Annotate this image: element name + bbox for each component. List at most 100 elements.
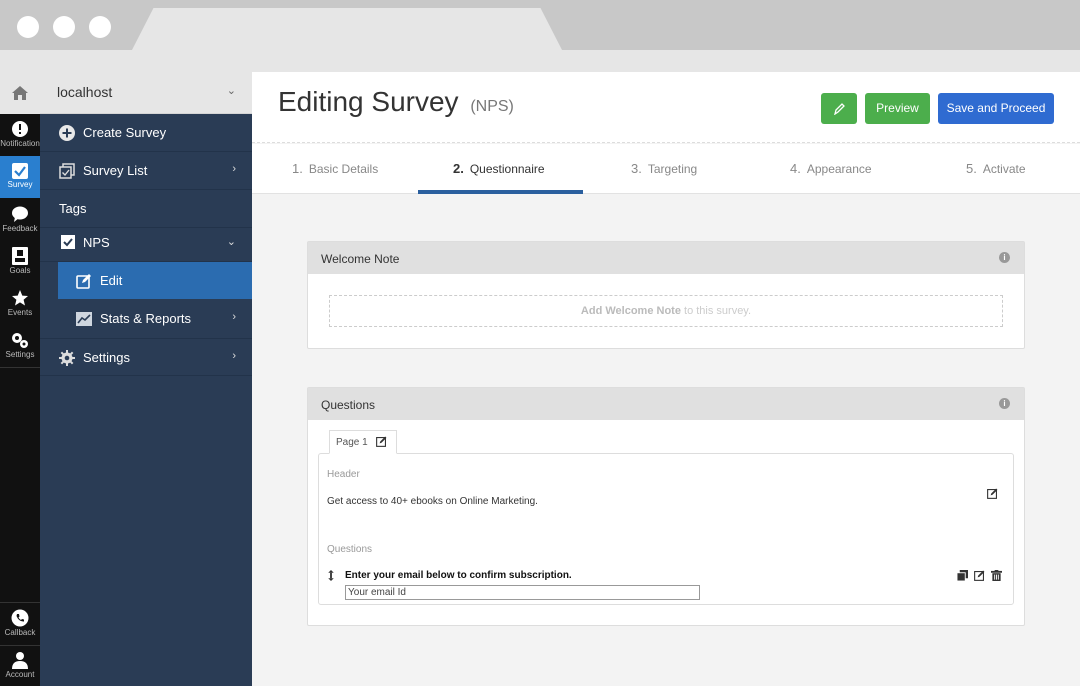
window-maximize-dot[interactable] [89,16,111,38]
sidebar-item-tags[interactable]: Tags [40,190,252,228]
sidebar-item-settings[interactable]: Settings › [40,338,252,376]
goals-icon [12,247,28,265]
site-selector[interactable]: localhost ⌄ [40,72,252,114]
header-section-label: Header [327,469,360,480]
gear-icon [59,350,75,366]
tab-appearance[interactable]: 4. Appearance [790,144,872,194]
add-welcome-note-area[interactable]: Add Welcome Note to this survey. [329,295,1003,327]
rail-item-account[interactable]: Account [0,645,40,686]
sidebar-item-label: Edit [100,273,123,288]
step-label: Activate [982,162,1026,176]
chevron-down-icon: ⌄ [226,85,236,97]
rail-divider [0,367,40,368]
rail-item-settings[interactable]: Settings [0,325,40,367]
step-tabs: 1. Basic Details 2. Questionnaire 3. Target… [252,144,1080,194]
plus-circle-icon [59,125,75,141]
header-text: Get access to 40+ ebooks on Online Marke… [327,496,538,507]
sidebar-item-create-survey[interactable]: Create Survey [40,114,252,152]
panel-header: Questions i [308,388,1024,420]
rail-label: Feedback [2,224,38,233]
step-number: 4. [790,161,801,176]
user-icon [12,652,28,669]
tab-basic-details[interactable]: 1. Basic Details [292,144,378,194]
rail-label: Callback [4,628,36,637]
trash-icon[interactable] [991,570,1002,581]
sidebar-item-stats-reports[interactable]: Stats & Reports › [58,300,252,338]
panel-header: Welcome Note i [308,242,1024,274]
step-number: 2. [453,161,464,176]
edit-icon [76,274,91,289]
home-button[interactable] [0,72,40,114]
rail-label: Goals [9,266,31,275]
page-content-box: Header Get access to 40+ ebooks on Onlin… [318,453,1014,605]
rail-item-events[interactable]: Events [0,283,40,325]
questions-section-label: Questions [327,544,373,555]
page-header: Editing Survey (NPS) Preview Save and Pr… [252,72,1080,143]
sidebar-item-label: Stats & Reports [100,311,192,326]
info-icon[interactable]: i [999,398,1010,409]
step-label: Basic Details [308,162,379,176]
tab-activate[interactable]: 5. Activate [966,144,1026,194]
rail-item-notification[interactable]: Notification [0,114,40,156]
star-icon [12,290,28,306]
rail-label: Account [5,670,35,679]
info-icon[interactable]: i [999,252,1010,263]
browser-tab[interactable] [132,8,562,50]
sidebar-item-edit[interactable]: Edit [58,262,252,300]
sidebar-item-survey-list[interactable]: Survey List › [40,152,252,190]
page-title: Editing Survey (NPS) [278,86,514,118]
step-number: 3. [631,161,642,176]
email-input[interactable]: Your email Id [345,585,700,600]
edit-icon[interactable] [376,436,387,447]
gears-icon [12,333,28,348]
tab-targeting[interactable]: 3. Targeting [631,144,697,194]
sidebar-item-nps[interactable]: NPS ⌄ [40,224,252,262]
save-and-proceed-button[interactable]: Save and Proceed [938,93,1054,124]
step-label: Targeting [647,162,698,176]
panel-title: Welcome Note [321,252,400,266]
copy-icon[interactable] [957,570,968,581]
window-close-dot[interactable] [17,16,39,38]
rail-label: Events [7,308,33,317]
preview-button[interactable]: Preview [865,93,930,124]
questions-panel: Questions i Page 1 Header Get access to … [307,387,1025,626]
sidebar-item-label: Survey List [83,163,148,178]
edit-style-button[interactable] [821,93,857,124]
rail-label: Survey [7,180,33,189]
add-welcome-note-link[interactable]: Add Welcome Note [581,305,681,317]
active-tab-indicator [418,190,583,194]
page-title-text: Editing Survey [278,86,459,117]
page-tab[interactable]: Page 1 [329,430,397,454]
step-number: 1. [292,161,303,176]
rail-label: Settings [5,350,35,359]
rail-item-callback[interactable]: Callback [0,603,40,645]
page-subtitle: (NPS) [470,98,514,115]
icon-rail: Notification Survey Feedback Goals Event… [0,72,40,686]
sidebar-item-label: NPS [83,235,110,250]
phone-icon [11,609,29,627]
browser-chrome [0,0,1080,72]
brush-icon [833,103,845,116]
sidebar-item-label: Settings [83,350,130,365]
chevron-right-icon: › [232,163,236,175]
chevron-down-icon: ⌄ [226,236,236,248]
home-icon [12,86,28,100]
drag-handle-icon[interactable] [327,570,335,581]
window-minimize-dot[interactable] [53,16,75,38]
edit-question-icon[interactable] [974,570,985,581]
step-label: Appearance [806,162,872,176]
page-tab-label: Page 1 [336,437,368,448]
question-text: Enter your email below to confirm subscr… [345,570,572,581]
rail-item-feedback[interactable]: Feedback [0,199,40,241]
tab-questionnaire[interactable]: 2. Questionnaire [453,144,545,194]
rail-item-goals[interactable]: Goals [0,241,40,283]
feedback-icon [12,206,28,222]
edit-header-icon[interactable] [987,488,998,499]
rail-item-survey[interactable]: Survey [0,156,40,198]
main-content: Editing Survey (NPS) Preview Save and Pr… [252,72,1080,686]
chart-icon [76,312,92,326]
browser-toolbar [0,50,1080,72]
add-welcome-note-suffix: to this survey. [680,305,752,317]
sidebar-item-label: Create Survey [83,125,167,140]
chevron-right-icon: › [232,350,236,362]
